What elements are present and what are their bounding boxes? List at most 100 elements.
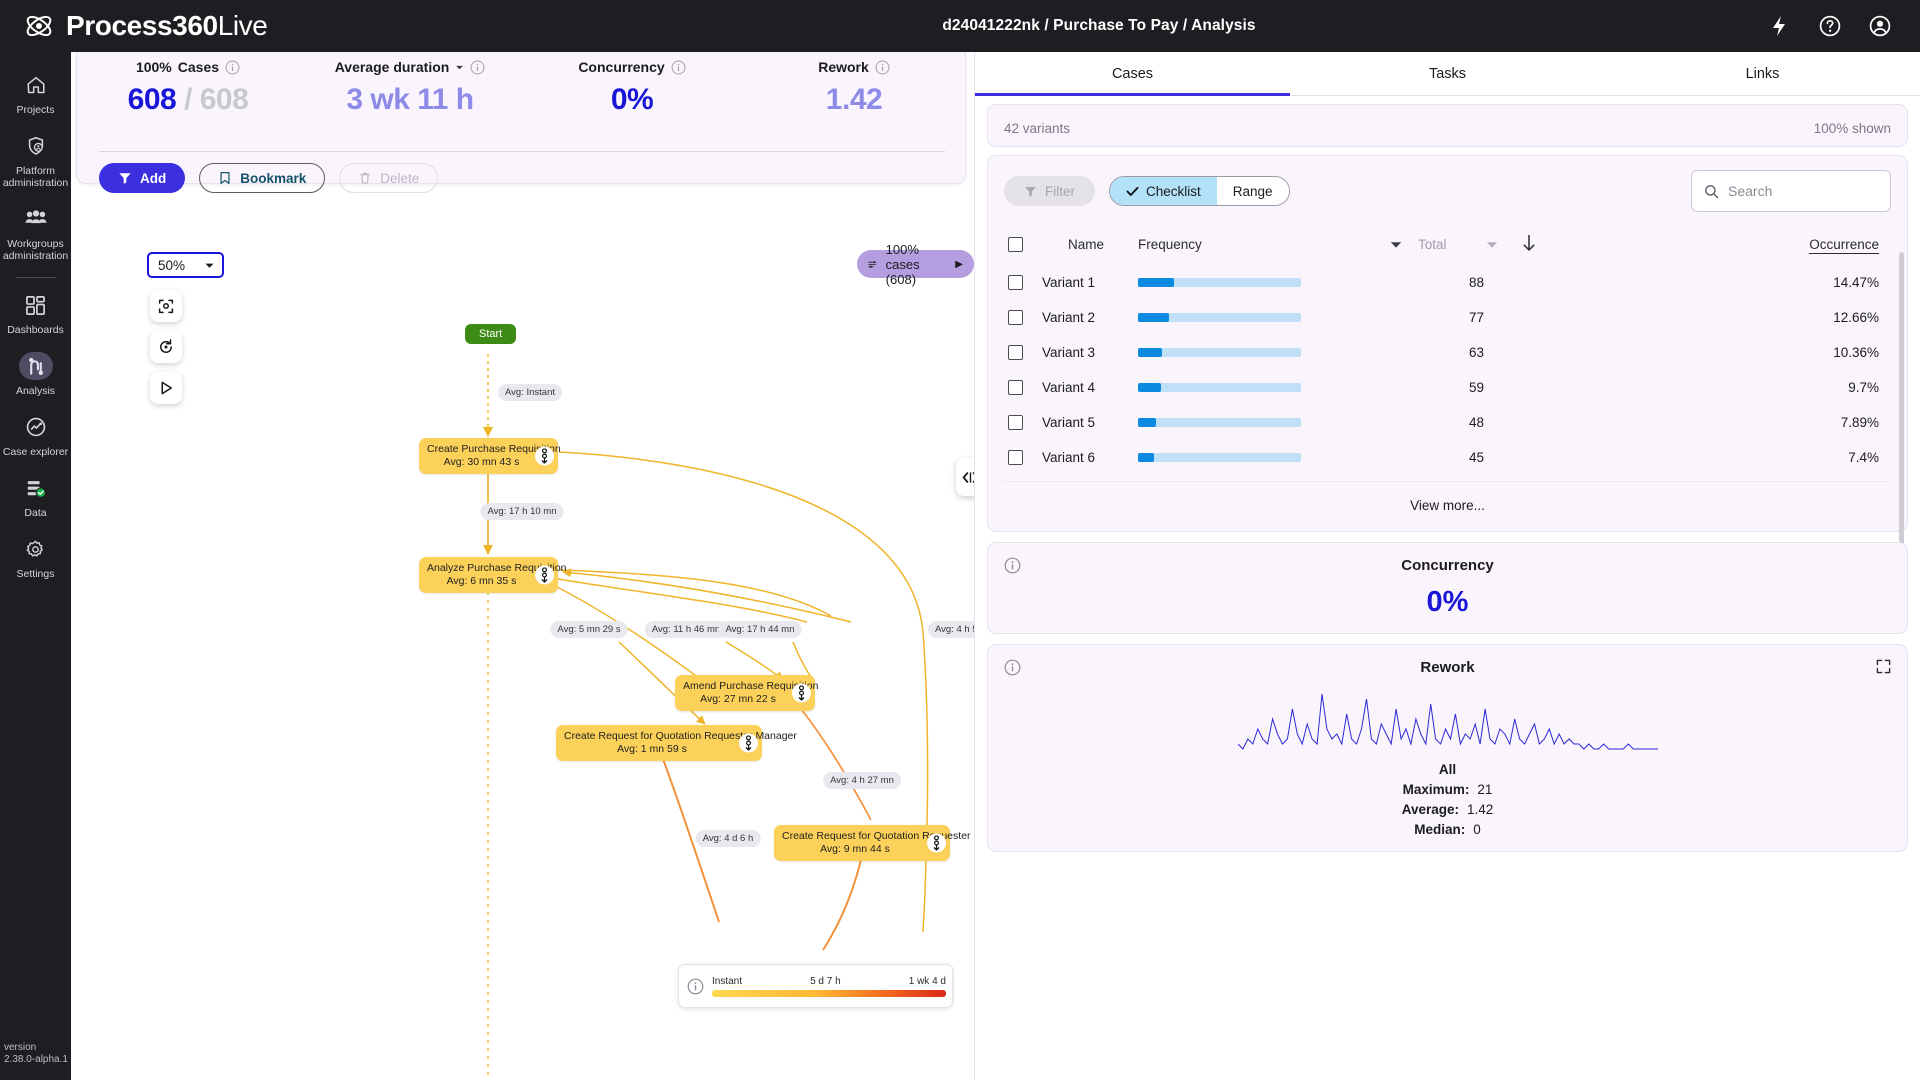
info-icon[interactable] <box>225 60 240 75</box>
graph-node[interactable]: Create Purchase Requisition Avg: 30 mn 4… <box>419 438 561 474</box>
kpi-rework: Rework 1.42 <box>743 53 965 137</box>
sidebar-item-case-explorer[interactable]: Case explorer <box>0 404 71 465</box>
breadcrumb[interactable]: d24041222nk / Purchase To Pay / Analysis <box>430 17 1768 35</box>
chevron-down-icon <box>1390 241 1402 248</box>
bookmark-button[interactable]: Bookmark <box>199 163 326 193</box>
frequency-bar-track <box>1138 313 1301 322</box>
table-row[interactable]: Variant 3 63 10.36% <box>1004 335 1891 370</box>
header-frequency[interactable]: Frequency <box>1134 228 1414 265</box>
graph-node-menu-icon[interactable] <box>739 733 758 753</box>
topbar-actions <box>1768 14 1920 38</box>
graph-node[interactable]: Create Request for Quotation Requester A… <box>774 825 971 861</box>
legend-ticks: Instant 5 d 7 h 1 wk 4 d <box>712 976 946 987</box>
frequency-bar-track <box>1138 383 1301 392</box>
row-checkbox[interactable] <box>1008 415 1023 430</box>
chevron-down-icon[interactable] <box>455 63 464 72</box>
top-bar: Process360Live d24041222nk / Purchase To… <box>0 0 1920 52</box>
graph-node[interactable]: Create Request for Quotation Requester M… <box>556 725 797 761</box>
graph-node-menu-icon[interactable] <box>927 833 946 853</box>
info-icon[interactable] <box>687 978 704 995</box>
graph-node-menu-icon[interactable] <box>535 446 554 466</box>
header-sort-direction[interactable] <box>1506 228 1552 265</box>
tab-links[interactable]: Links <box>1605 52 1920 95</box>
row-checkbox[interactable] <box>1008 380 1023 395</box>
segment-checklist[interactable]: Checklist <box>1110 177 1217 205</box>
info-icon[interactable] <box>1004 659 1021 676</box>
kpi-cases-header: 100% Cases <box>77 53 299 81</box>
concurrency-card: Concurrency 0% <box>987 542 1908 634</box>
tab-cases[interactable]: Cases <box>975 52 1290 96</box>
filter-icon <box>1025 186 1036 197</box>
table-row[interactable]: Variant 1 88 14.47% <box>1004 265 1891 300</box>
row-select-cell <box>1004 265 1038 300</box>
concurrency-card-value: 0% <box>1426 586 1469 618</box>
graph-node[interactable]: Analyze Purchase Requisition Avg: 6 mn 3… <box>419 557 567 593</box>
select-all-checkbox[interactable] <box>1008 237 1023 252</box>
delete-button[interactable]: Delete <box>339 163 439 193</box>
graph-node-avg: Avg: 9 mn 44 s <box>820 843 890 855</box>
table-row[interactable]: Variant 5 48 7.89% <box>1004 405 1891 440</box>
row-checkbox[interactable] <box>1008 310 1023 325</box>
kpi-average-duration-header: Average duration <box>299 53 521 81</box>
row-checkbox[interactable] <box>1008 345 1023 360</box>
header-total[interactable]: Total <box>1414 228 1506 265</box>
sidebar-item-data[interactable]: Data <box>0 465 71 526</box>
row-checkbox[interactable] <box>1008 275 1023 290</box>
row-occurrence: 7.4% <box>1848 450 1879 465</box>
search-input[interactable] <box>1728 183 1878 199</box>
info-icon[interactable] <box>1004 557 1021 574</box>
filter-button-label: Filter <box>1045 183 1075 199</box>
check-icon <box>1126 186 1139 196</box>
sidebar-item-settings[interactable]: Settings <box>0 526 71 587</box>
rework-card-title: Rework <box>1420 659 1475 676</box>
info-icon[interactable] <box>875 60 890 75</box>
segment-range[interactable]: Range <box>1216 177 1289 205</box>
header-name[interactable]: Name <box>1038 228 1134 265</box>
sidebar-item-workgroups-administration[interactable]: Workgroups administration <box>0 196 71 269</box>
rework-stat-key: Maximum: <box>1402 782 1470 797</box>
table-row[interactable]: Variant 4 59 9.7% <box>1004 370 1891 405</box>
graph-node-menu-icon[interactable] <box>535 565 554 585</box>
sidebar-item-label: Case explorer <box>2 446 69 458</box>
sidebar-item-dashboards[interactable]: Dashboards <box>0 282 71 343</box>
add-filter-button[interactable]: Add <box>99 163 186 193</box>
header-occurrence[interactable]: Occurrence <box>1552 228 1891 265</box>
info-icon[interactable] <box>671 60 686 75</box>
sidebar-item-platform-administration[interactable]: Platform administration <box>0 123 71 196</box>
analysis-canvas: 100% Cases 608 / 608 Average duration 3 … <box>71 52 974 1080</box>
concurrency-card-title: Concurrency <box>1401 557 1494 574</box>
view-mode-segment: Checklist Range <box>1109 176 1290 206</box>
tab-tasks[interactable]: Tasks <box>1290 52 1605 95</box>
search-box[interactable] <box>1691 170 1891 212</box>
row-name: Variant 6 <box>1042 450 1096 465</box>
bookmark-button-label: Bookmark <box>240 170 307 186</box>
graph-node-avg: Avg: 30 mn 43 s <box>443 456 520 468</box>
sidebar-item-analysis[interactable]: Analysis <box>0 343 71 404</box>
info-icon[interactable] <box>470 60 485 75</box>
home-icon <box>19 71 53 99</box>
legend-tick-middle: 5 d 7 h <box>810 975 841 987</box>
rework-stat-key: Median: <box>1414 822 1466 837</box>
sidebar-item-projects[interactable]: Projects <box>0 62 71 123</box>
brand-logo[interactable]: Process360Live <box>0 10 430 42</box>
graph-node[interactable]: Amend Purchase Requisition Avg: 27 mn 22… <box>675 675 818 711</box>
help-icon[interactable] <box>1818 14 1842 38</box>
rework-card: Rework All Maximum: 21 Average: 1.42 Median:… <box>987 644 1908 852</box>
row-checkbox[interactable] <box>1008 450 1023 465</box>
process-graph[interactable]: Start Avg: Instant Avg: 17 h 10 mn Avg: … <box>71 202 974 1080</box>
kpi-average-duration-value: 3 wk 11 h <box>346 83 474 116</box>
kpi-rework-label: Rework <box>818 59 869 75</box>
kpi-concurrency: Concurrency 0% <box>521 53 743 137</box>
variants-scrollbar[interactable] <box>1899 252 1904 552</box>
view-more-button[interactable]: View more... <box>1004 481 1891 527</box>
panel-collapse-handle[interactable] <box>956 458 974 496</box>
expand-icon[interactable] <box>1876 659 1891 674</box>
account-icon[interactable] <box>1868 14 1892 38</box>
filter-button[interactable]: Filter <box>1004 176 1095 206</box>
graph-start-node[interactable]: Start <box>465 324 517 344</box>
table-row[interactable]: Variant 6 45 7.4% <box>1004 440 1891 475</box>
lightning-icon[interactable] <box>1768 14 1792 38</box>
table-row[interactable]: Variant 2 77 12.66% <box>1004 300 1891 335</box>
graph-node-menu-icon[interactable] <box>792 683 811 703</box>
edge-label: Avg: 11 h 46 mn <box>644 621 728 638</box>
